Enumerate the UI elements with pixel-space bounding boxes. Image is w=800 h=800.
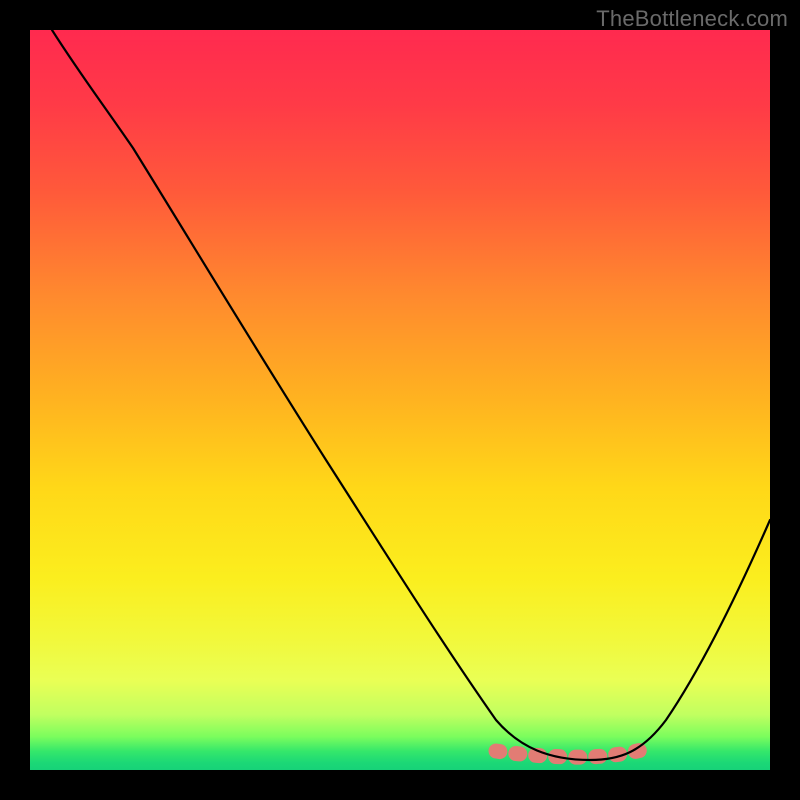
bottleneck-curve <box>52 30 770 760</box>
watermark-text: TheBottleneck.com <box>596 6 788 32</box>
chart-frame: TheBottleneck.com <box>0 0 800 800</box>
curve-svg <box>30 30 770 770</box>
plot-area <box>30 30 770 770</box>
